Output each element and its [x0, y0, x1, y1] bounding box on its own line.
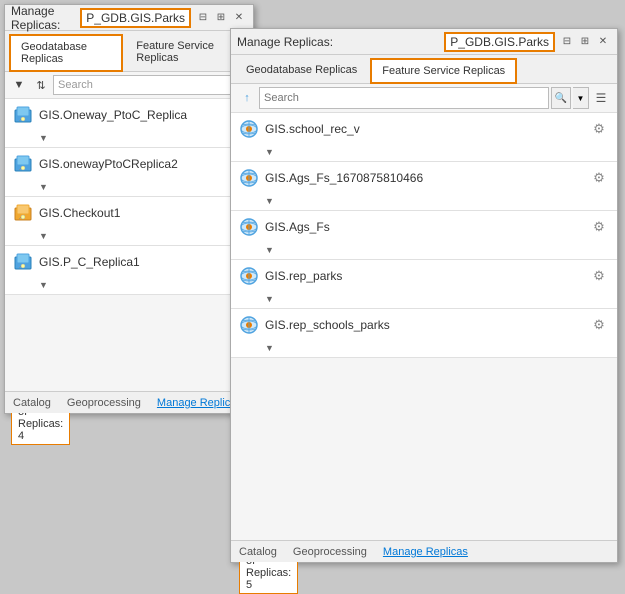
search-input-p2[interactable]	[259, 87, 549, 109]
replica-icon-checkout	[13, 203, 33, 223]
status-tab-geoprocessing-p1[interactable]: Geoprocessing	[63, 395, 145, 411]
panel2: Manage Replicas: P_GDB.GIS.Parks ⊟ ⊞ ✕ G…	[230, 28, 618, 563]
replica-name: GIS.Oneway_PtoC_Replica	[39, 108, 245, 122]
list-item: GIS.Ags_Fs ⚙ ▼	[231, 211, 617, 260]
list-item: GIS.P_C_Replica1 ▼	[5, 246, 253, 295]
replica-icon-fs-5	[239, 315, 259, 335]
expand-arrow[interactable]: ▼	[265, 294, 274, 304]
close-icon-p2[interactable]: ✕	[595, 34, 611, 50]
search-placeholder-p1: Search	[58, 79, 93, 91]
replica-icon-geo	[13, 105, 33, 125]
float-icon[interactable]: ⊞	[213, 10, 229, 26]
search-dropdown-p2[interactable]: ▼	[573, 87, 589, 109]
replica-icon-fs-4	[239, 266, 259, 286]
pin-icon-p2[interactable]: ⊟	[559, 34, 575, 50]
filter-icon[interactable]: ▼	[9, 75, 29, 95]
gear-button[interactable]: ⚙	[589, 119, 609, 139]
float-icon-p2[interactable]: ⊞	[577, 34, 593, 50]
expand-arrow[interactable]: ▼	[265, 343, 274, 353]
replica-name: GIS.P_C_Replica1	[39, 255, 245, 269]
replica-name: GIS.onewayPtoCReplica2	[39, 157, 245, 171]
panel1-tabs: Geodatabase Replicas Feature Service Rep…	[5, 31, 253, 72]
replica-icon-geo	[13, 154, 33, 174]
expand-arrow[interactable]: ▼	[265, 245, 274, 255]
search-button-p2[interactable]: 🔍	[551, 87, 571, 109]
status-tab-manage-replicas-p2[interactable]: Manage Replicas	[379, 544, 472, 560]
panel2-title-highlight: P_GDB.GIS.Parks	[444, 32, 555, 52]
sort-icon[interactable]: ⇅	[31, 75, 51, 95]
panel1: Manage Replicas: P_GDB.GIS.Parks ⊟ ⊞ ✕ G…	[4, 4, 254, 414]
list-item: GIS.rep_parks ⚙ ▼	[231, 260, 617, 309]
expand-arrow[interactable]: ▼	[265, 147, 274, 157]
expand-arrow[interactable]: ▼	[39, 182, 48, 192]
replica-name: GIS.Ags_Fs_1670875810466	[265, 171, 583, 185]
expand-arrow[interactable]: ▼	[39, 133, 48, 143]
panel2-tabs: Geodatabase Replicas Feature Service Rep…	[231, 55, 617, 84]
tab-feature-service-replicas-p2[interactable]: Feature Service Replicas	[370, 58, 517, 84]
panel1-replica-list: GIS.Oneway_PtoC_Replica ▼ GIS.onewayPtoC…	[5, 99, 253, 385]
panel1-toolbar: ▼ ⇅ Search	[5, 72, 253, 99]
status-tab-geoprocessing-p2[interactable]: Geoprocessing	[289, 544, 371, 560]
expand-arrow[interactable]: ▼	[265, 196, 274, 206]
replica-name: GIS.Checkout1	[39, 206, 245, 220]
list-item: GIS.onewayPtoCReplica2 ▼	[5, 148, 253, 197]
list-item: GIS.Checkout1 ▼	[5, 197, 253, 246]
gear-button[interactable]: ⚙	[589, 168, 609, 188]
replica-name: GIS.Ags_Fs	[265, 220, 583, 234]
replica-name: GIS.rep_parks	[265, 269, 583, 283]
close-icon[interactable]: ✕	[231, 10, 247, 26]
panel2-title-text: Manage Replicas:	[237, 35, 440, 49]
list-item: GIS.Oneway_PtoC_Replica ▼	[5, 99, 253, 148]
gear-button[interactable]: ⚙	[589, 266, 609, 286]
replica-name: GIS.rep_schools_parks	[265, 318, 583, 332]
panel1-title-highlight: P_GDB.GIS.Parks	[80, 8, 191, 28]
gear-button[interactable]: ⚙	[589, 217, 609, 237]
panel2-status-bar: Catalog Geoprocessing Manage Replicas	[231, 540, 617, 562]
replica-icon-fs-1	[239, 119, 259, 139]
replica-icon-fs-2	[239, 168, 259, 188]
sort-icon-p2[interactable]: ↑	[237, 88, 257, 108]
list-item: GIS.rep_schools_parks ⚙ ▼	[231, 309, 617, 358]
menu-icon-p2[interactable]: ☰	[591, 87, 611, 109]
status-tab-catalog-p2[interactable]: Catalog	[235, 544, 281, 560]
replica-icon-geo	[13, 252, 33, 272]
search-box-p1[interactable]: Search	[53, 75, 249, 95]
expand-arrow[interactable]: ▼	[39, 231, 48, 241]
tab-feature-service-replicas-p1[interactable]: Feature Service Replicas	[125, 34, 247, 71]
replica-name: GIS.school_rec_v	[265, 122, 583, 136]
panel2-replica-list: GIS.school_rec_v ⚙ ▼ GIS.Ags_Fs_16708758…	[231, 113, 617, 528]
expand-arrow[interactable]: ▼	[39, 280, 48, 290]
panel1-titlebar: Manage Replicas: P_GDB.GIS.Parks ⊟ ⊞ ✕	[5, 5, 253, 31]
panel2-titlebar: Manage Replicas: P_GDB.GIS.Parks ⊟ ⊞ ✕	[231, 29, 617, 55]
gear-button[interactable]: ⚙	[589, 315, 609, 335]
pin-icon[interactable]: ⊟	[195, 10, 211, 26]
tab-geodatabase-replicas-p2[interactable]: Geodatabase Replicas	[235, 58, 368, 83]
list-item: GIS.Ags_Fs_1670875810466 ⚙ ▼	[231, 162, 617, 211]
panel1-status-bar: Catalog Geoprocessing Manage Replicas	[5, 391, 253, 413]
panel2-search-row: ↑ 🔍 ▼ ☰	[231, 84, 617, 113]
list-item: GIS.school_rec_v ⚙ ▼	[231, 113, 617, 162]
tab-geodatabase-replicas-p1[interactable]: Geodatabase Replicas	[9, 34, 123, 72]
status-tab-catalog-p1[interactable]: Catalog	[9, 395, 55, 411]
panel1-title-text: Manage Replicas:	[11, 4, 76, 32]
replica-icon-fs-3	[239, 217, 259, 237]
